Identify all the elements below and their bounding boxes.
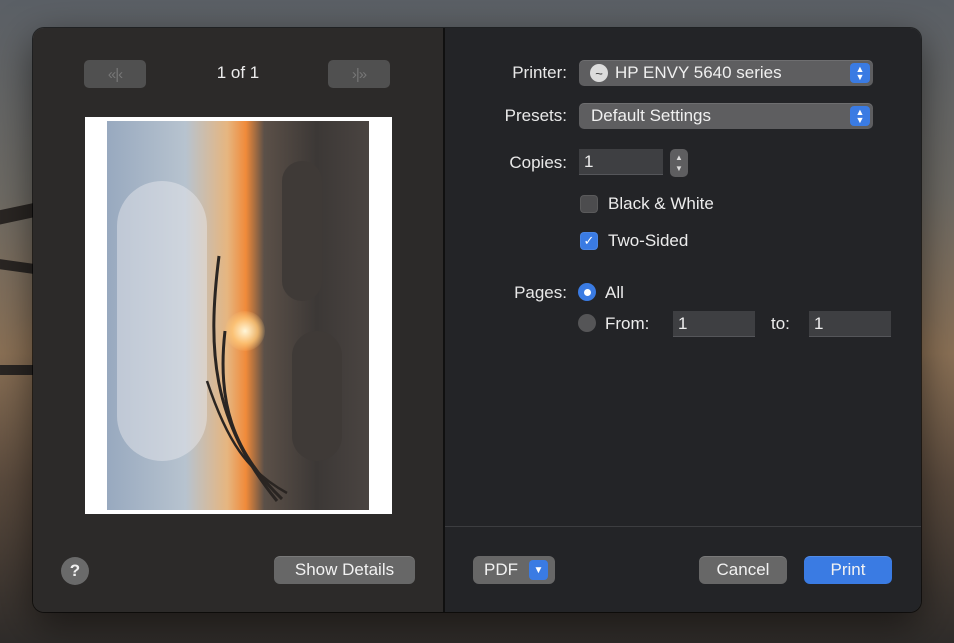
page-indicator: 1 of 1 bbox=[216, 63, 260, 82]
copies-stepper[interactable]: ▲ ▼ bbox=[670, 149, 688, 177]
presets-label: Presets: bbox=[504, 106, 567, 125]
cancel-label: Cancel bbox=[716, 560, 770, 579]
pdf-label: PDF bbox=[484, 560, 518, 579]
up-down-chevron-icon: ▲ ▼ bbox=[850, 106, 870, 126]
print-button[interactable]: Print bbox=[804, 556, 892, 584]
pages-to-field[interactable]: 1 bbox=[809, 311, 891, 337]
copies-label: Copies: bbox=[509, 153, 567, 172]
presets-value: Default Settings bbox=[591, 106, 712, 125]
black-white-checkbox[interactable] bbox=[580, 195, 598, 213]
question-mark-icon: ? bbox=[69, 561, 81, 580]
presets-popup[interactable]: Default Settings ▲ ▼ bbox=[579, 103, 873, 129]
help-button[interactable]: ? bbox=[61, 557, 89, 585]
show-details-button[interactable]: Show Details bbox=[274, 556, 415, 584]
print-dialog: «|‹ 1 of 1 ›|» ? Show Details Printer: ~… bbox=[33, 28, 921, 612]
printer-label: Printer: bbox=[512, 63, 567, 82]
up-down-chevron-icon: ▲ ▼ bbox=[850, 63, 870, 83]
next-last-page-button[interactable]: ›|» bbox=[328, 60, 390, 88]
show-details-label: Show Details bbox=[294, 560, 395, 579]
pages-label: Pages: bbox=[514, 283, 567, 302]
cancel-button[interactable]: Cancel bbox=[699, 556, 787, 584]
copies-field[interactable]: 1 bbox=[579, 149, 663, 175]
pages-from-field[interactable]: 1 bbox=[673, 311, 755, 337]
pages-to-label: to: bbox=[771, 314, 790, 333]
pages-from-label: From: bbox=[605, 314, 650, 333]
chevron-down-icon: ▼ bbox=[529, 560, 548, 580]
preview-pane: «|‹ 1 of 1 ›|» ? Show Details bbox=[33, 28, 443, 612]
first-previous-chevron-icon: «|‹ bbox=[107, 65, 123, 83]
footer-separator bbox=[445, 526, 921, 527]
first-previous-page-button[interactable]: «|‹ bbox=[84, 60, 146, 88]
next-last-chevron-icon: ›|» bbox=[351, 65, 367, 83]
printer-popup[interactable]: ~ HP ENVY 5640 series ▲ ▼ bbox=[579, 60, 873, 86]
page-preview bbox=[85, 117, 392, 514]
pages-all-radio[interactable] bbox=[578, 283, 596, 301]
printer-icon: ~ bbox=[590, 64, 608, 82]
pages-to-value: 1 bbox=[814, 313, 824, 333]
preview-photo bbox=[107, 121, 369, 510]
photo-branches bbox=[205, 255, 288, 502]
two-sided-checkbox[interactable]: ✓ bbox=[580, 232, 598, 250]
two-sided-label: Two-Sided bbox=[608, 231, 689, 250]
pages-from-radio[interactable] bbox=[578, 314, 596, 332]
settings-pane: Printer: ~ HP ENVY 5640 series ▲ ▼ Preset… bbox=[445, 28, 921, 612]
radio-selected-dot bbox=[583, 288, 591, 296]
copies-value: 1 bbox=[584, 151, 594, 171]
print-label: Print bbox=[830, 560, 866, 579]
pages-from-value: 1 bbox=[678, 313, 688, 333]
pdf-menu-button[interactable]: PDF ▼ bbox=[473, 556, 555, 584]
pages-all-label: All bbox=[605, 283, 624, 302]
printer-value: HP ENVY 5640 series bbox=[615, 63, 782, 82]
black-white-label: Black & White bbox=[608, 194, 714, 213]
checkmark-icon: ✓ bbox=[583, 233, 595, 248]
